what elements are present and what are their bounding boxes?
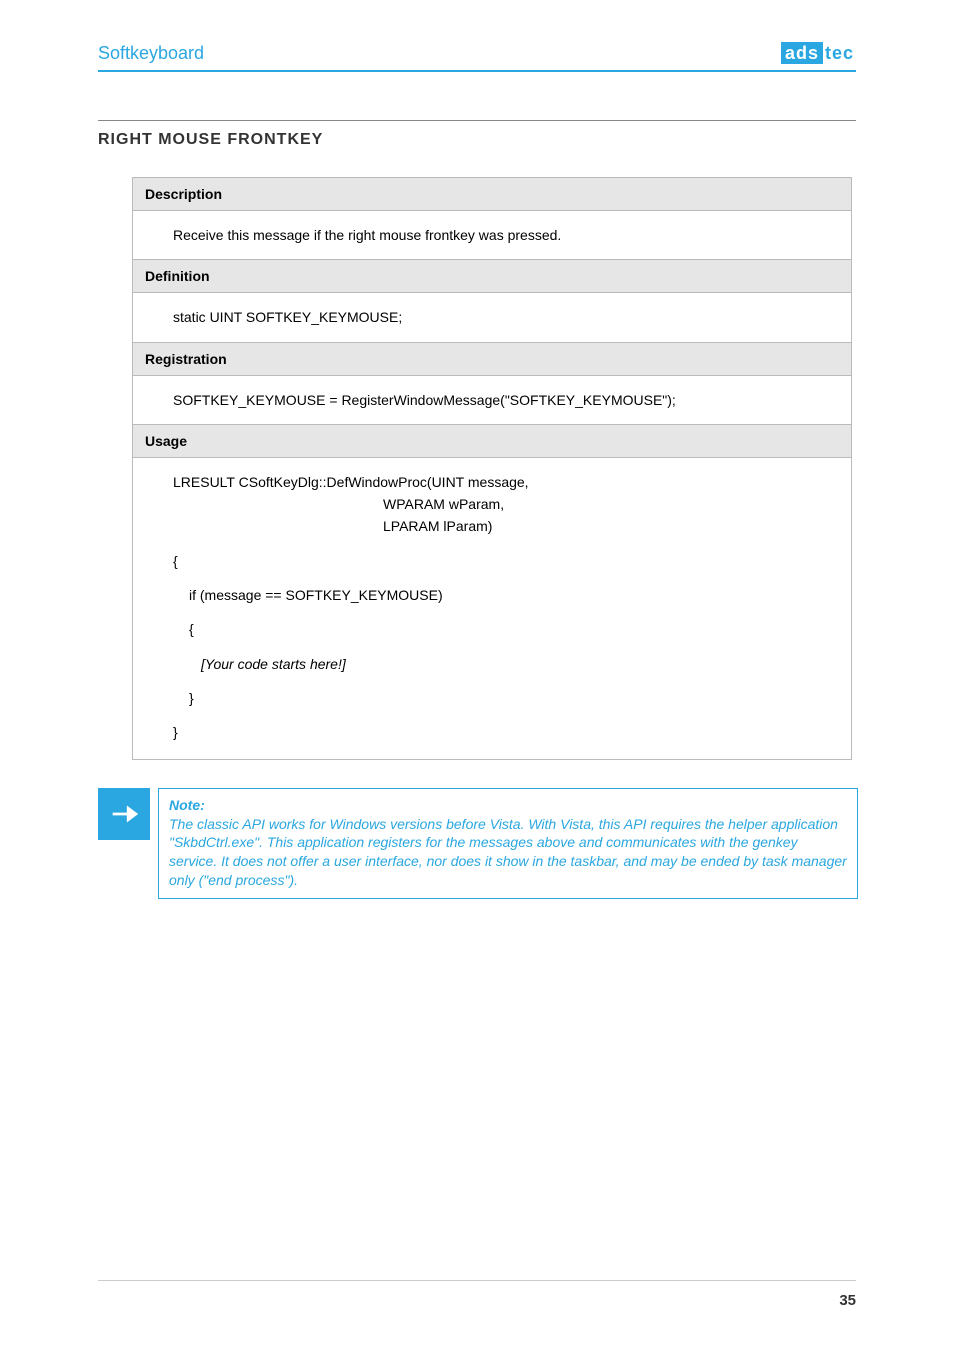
- note-body: The classic API works for Windows versio…: [169, 815, 847, 891]
- code-line: LPARAM lParam): [173, 516, 839, 536]
- code-line: LRESULT CSoftKeyDlg::DefWindowProc(UINT …: [173, 472, 839, 492]
- product-name: Softkeyboard: [98, 43, 204, 64]
- api-table: Description Receive this message if the …: [132, 177, 852, 760]
- registration-body: SOFTKEY_KEYMOUSE = RegisterWindowMessage…: [133, 376, 851, 424]
- description-body: Receive this message if the right mouse …: [133, 211, 851, 259]
- definition-header: Definition: [133, 259, 851, 293]
- footer-divider: [98, 1280, 856, 1281]
- logo-suffix-text: tec: [823, 42, 856, 64]
- usage-body: LRESULT CSoftKeyDlg::DefWindowProc(UINT …: [133, 458, 851, 759]
- code-line: WPARAM wParam,: [173, 494, 839, 514]
- page-container: Softkeyboard ads tec RIGHT MOUSE FRONTKE…: [0, 0, 954, 1351]
- section-heading: RIGHT MOUSE FRONTKEY: [98, 120, 856, 149]
- registration-header: Registration: [133, 342, 851, 376]
- note-callout: Note: The classic API works for Windows …: [98, 788, 858, 900]
- code-line: }: [173, 722, 839, 742]
- note-arrow-icon: [98, 788, 150, 840]
- code-line: {: [173, 551, 839, 571]
- note-text-box: Note: The classic API works for Windows …: [158, 788, 858, 900]
- page-header: Softkeyboard ads tec: [98, 42, 856, 72]
- brand-logo: ads tec: [781, 42, 856, 64]
- arrow-right-icon: [107, 797, 141, 831]
- description-header: Description: [133, 178, 851, 211]
- code-line: {: [173, 619, 839, 639]
- page-number: 35: [839, 1292, 856, 1309]
- usage-header: Usage: [133, 424, 851, 458]
- logo-box-text: ads: [781, 42, 823, 64]
- note-title: Note:: [169, 797, 847, 813]
- definition-body: static UINT SOFTKEY_KEYMOUSE;: [133, 293, 851, 341]
- code-line: if (message == SOFTKEY_KEYMOUSE): [173, 585, 839, 605]
- code-line: }: [173, 688, 839, 708]
- code-line: [Your code starts here!]: [173, 654, 839, 674]
